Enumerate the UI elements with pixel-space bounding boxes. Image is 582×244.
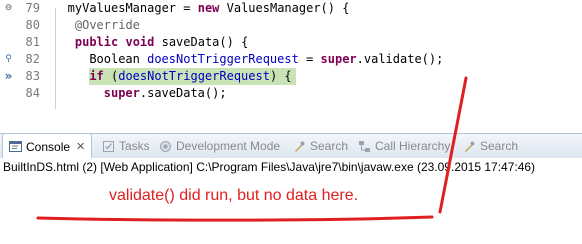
annotation-underline [36,215,434,222]
annotation-text: validate() did run, but no data here. [109,187,359,204]
annotation-pointer-line [438,76,468,214]
annotation-overlay [36,76,468,222]
